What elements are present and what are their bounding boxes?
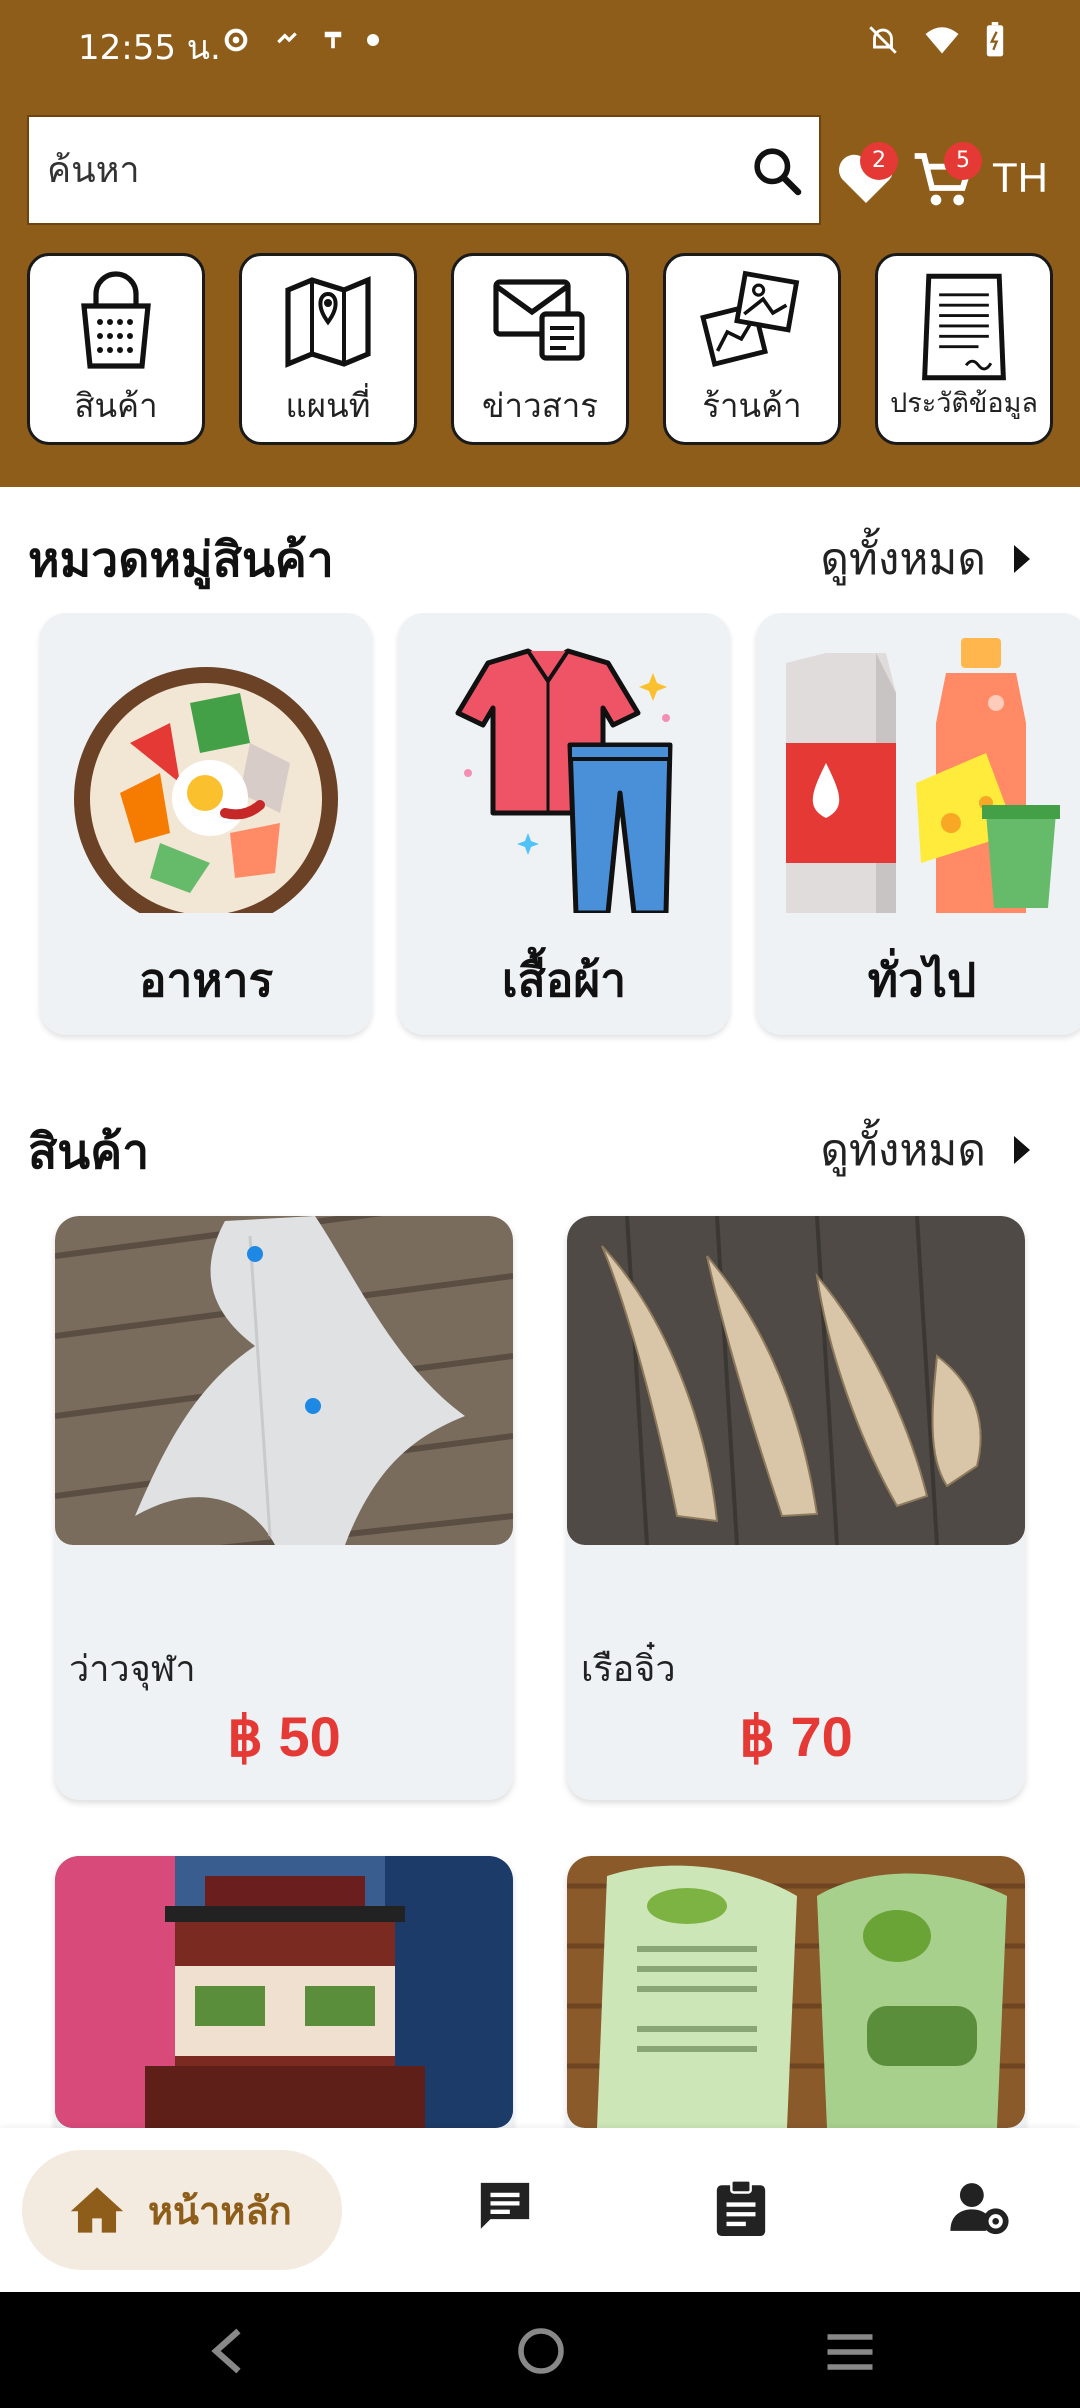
product-image-kite (55, 1216, 513, 1545)
menu-news[interactable]: ข่าวสาร (451, 253, 629, 445)
quick-menu: สินค้า แผนที่ ข่าวสาร ร้านค้า ประวัติข้อ… (27, 253, 1053, 445)
product-card[interactable]: ว่าวจุฬา ฿ 50 (55, 1216, 513, 1800)
menu-map[interactable]: แผนที่ (239, 253, 417, 445)
groceries-image (786, 638, 1060, 913)
app-status-icon (277, 32, 297, 44)
clipboard-icon (716, 2179, 766, 2236)
wishlist-badge: 2 (860, 142, 898, 180)
category-general-label: ทั่วไป (867, 953, 977, 1007)
category-card-food[interactable]: อาหาร (40, 613, 372, 1035)
clothes-image (455, 648, 673, 913)
menu-shops[interactable]: ร้านค้า (663, 253, 841, 445)
search-bar[interactable] (27, 115, 821, 225)
mail-news-icon (493, 279, 585, 361)
product-name: เรือจิ๋ว (581, 1649, 676, 1690)
product-image-jam (55, 1856, 513, 2128)
category-food-label: อาหาร (138, 953, 274, 1007)
menu-history[interactable]: ประวัติข้อมูล (875, 253, 1053, 445)
product-price: ฿ 70 (739, 1705, 853, 1768)
dot-status-icon (367, 34, 379, 46)
cart-badge: 5 (944, 142, 982, 180)
chevron-right-icon (1014, 545, 1030, 573)
category-carousel[interactable]: อาหาร เสื้อผ้า ทั่วไป (0, 613, 1080, 1043)
menu-map-label: แผนที่ (285, 386, 371, 425)
user-settings-icon (950, 2183, 1009, 2235)
bell-off-icon (869, 26, 897, 54)
status-time: 12:55 น. (78, 28, 221, 68)
search-icon[interactable] (749, 143, 805, 199)
home-icon (70, 2187, 124, 2233)
battery-icon (986, 22, 1004, 57)
nav-chat[interactable] (476, 2178, 534, 2240)
photos-icon (700, 270, 800, 367)
category-card-general[interactable]: ทั่วไป (756, 613, 1080, 1035)
products-see-all-label: ดูทั้งหมด (820, 1125, 986, 1176)
menu-products-label: สินค้า (74, 386, 158, 425)
product-card[interactable]: เรือจิ๋ว ฿ 70 (567, 1216, 1025, 1800)
status-icons-right (866, 22, 1006, 58)
paint-status-icon (324, 31, 342, 49)
nav-home[interactable]: หน้าหลัก (22, 2150, 342, 2270)
menu-news-label: ข่าวสาร (481, 386, 598, 425)
map-icon (285, 276, 371, 368)
product-image-snack (567, 1856, 1025, 2128)
cart-button[interactable]: 5 (912, 142, 982, 214)
search-input[interactable] (47, 117, 747, 223)
screen: 12:55 น. 2 5 TH (0, 0, 1080, 2408)
nav-home-label: หน้าหลัก (148, 2188, 292, 2233)
document-icon (922, 273, 1006, 381)
categories-see-all-label: ดูทั้งหมด (820, 534, 986, 585)
category-card-clothes[interactable]: เสื้อผ้า (398, 613, 730, 1035)
product-card[interactable] (567, 1856, 1025, 2128)
recents-menu-icon[interactable] (824, 2332, 876, 2372)
status-icons-left (220, 24, 380, 56)
status-bar: 12:55 น. (0, 0, 1080, 90)
wishlist-button[interactable]: 2 (836, 142, 898, 210)
products-title: สินค้า (28, 1124, 150, 1180)
categories-title: หมวดหมู่สินค้า (28, 532, 334, 588)
shopping-bag-icon (81, 271, 151, 369)
back-icon[interactable] (206, 2326, 246, 2376)
categories-see-all[interactable]: ดูทั้งหมด (820, 524, 1032, 594)
chevron-right-icon (1014, 1136, 1030, 1164)
product-card[interactable] (55, 1856, 513, 2128)
bottom-navigation: หน้าหลัก (0, 2128, 1080, 2292)
menu-products[interactable]: สินค้า (27, 253, 205, 445)
system-navigation-bar (0, 2292, 1080, 2408)
settings-status-icon (224, 28, 248, 52)
nav-account-settings[interactable] (948, 2178, 1010, 2240)
home-circle-icon[interactable] (516, 2326, 566, 2376)
product-name: ว่าวจุฬา (69, 1649, 196, 1690)
app-header: 12:55 น. 2 5 TH (0, 0, 1080, 487)
menu-history-label: ประวัติข้อมูล (890, 388, 1038, 419)
product-price: ฿ 50 (227, 1705, 341, 1768)
menu-shops-label: ร้านค้า (702, 386, 802, 425)
chat-icon (480, 2182, 530, 2229)
category-clothes-label: เสื้อผ้า (501, 953, 627, 1007)
product-image-boat (567, 1216, 1025, 1545)
products-see-all[interactable]: ดูทั้งหมด (820, 1115, 1032, 1185)
nav-orders[interactable] (714, 2178, 768, 2240)
food-bowl-image (74, 667, 338, 913)
wifi-icon (925, 27, 959, 54)
language-switch[interactable]: TH (992, 154, 1048, 202)
